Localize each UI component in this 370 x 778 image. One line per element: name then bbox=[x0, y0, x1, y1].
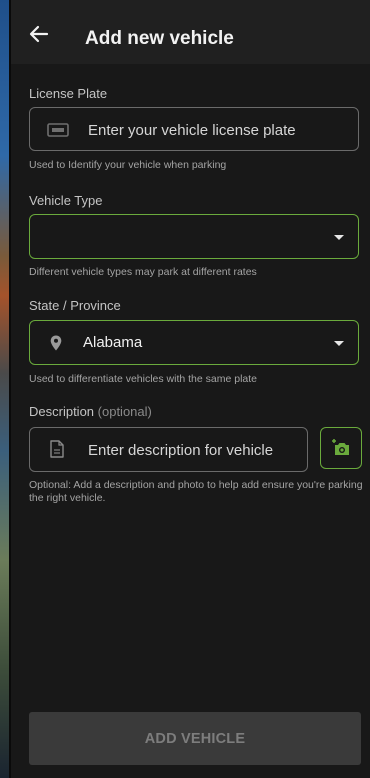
add-photo-icon bbox=[332, 439, 352, 462]
vehicle-type-label: Vehicle Type bbox=[29, 193, 103, 208]
vehicle-type-helper: Different vehicle types may park at diff… bbox=[29, 266, 257, 278]
add-photo-button[interactable] bbox=[320, 427, 362, 469]
location-pin-icon bbox=[50, 335, 62, 356]
document-icon bbox=[50, 440, 64, 463]
state-province-label: State / Province bbox=[29, 298, 121, 313]
license-plate-label: License Plate bbox=[29, 86, 108, 101]
add-vehicle-button[interactable]: ADD VEHICLE bbox=[29, 712, 361, 765]
description-label: Description (optional) bbox=[29, 404, 152, 419]
background-image-strip bbox=[0, 0, 11, 778]
description-placeholder: Enter description for vehicle bbox=[88, 442, 274, 459]
page-title: Add new vehicle bbox=[85, 28, 234, 49]
add-vehicle-panel: Add new vehicle License Plate Enter your… bbox=[11, 0, 370, 778]
description-helper: Optional: Add a description and photo to… bbox=[29, 479, 363, 504]
state-province-select[interactable]: Alabama bbox=[29, 320, 359, 365]
state-province-value: Alabama bbox=[83, 334, 143, 351]
back-arrow-icon[interactable] bbox=[27, 22, 51, 46]
license-plate-placeholder: Enter your vehicle license plate bbox=[88, 122, 296, 139]
description-label-text: Description bbox=[29, 404, 95, 419]
description-optional-text: (optional) bbox=[97, 404, 152, 419]
chevron-down-icon bbox=[334, 341, 344, 346]
license-plate-helper: Used to Identify your vehicle when parki… bbox=[29, 159, 227, 171]
license-plate-icon bbox=[47, 123, 69, 142]
chevron-down-icon bbox=[334, 235, 344, 240]
state-province-helper: Used to differentiate vehicles with the … bbox=[29, 373, 258, 385]
vehicle-type-select[interactable] bbox=[29, 214, 359, 259]
license-plate-input[interactable]: Enter your vehicle license plate bbox=[29, 107, 359, 151]
description-input[interactable]: Enter description for vehicle bbox=[29, 427, 308, 472]
app-bar: Add new vehicle bbox=[11, 0, 370, 64]
